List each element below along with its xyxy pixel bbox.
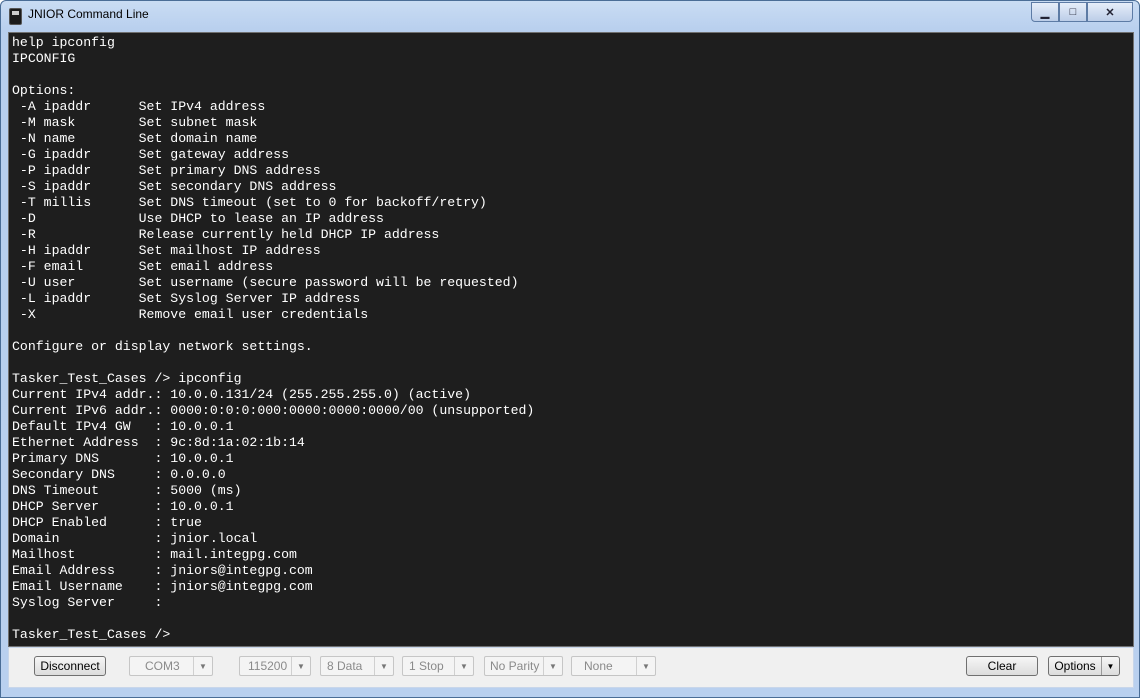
terminal-console[interactable]: help ipconfig IPCONFIG Options: -A ipaddr… <box>8 32 1134 647</box>
terminal-line: Tasker_Test_Cases /> ipconfig <box>12 371 242 386</box>
terminal-line: -L ipaddr Set Syslog Server IP address <box>12 291 361 306</box>
terminal-line: Current IPv6 addr.: 0000:0:0:0:000:0000:… <box>12 403 535 418</box>
options-label: Options <box>1054 659 1096 673</box>
terminal-line: -S ipaddr Set secondary DNS address <box>12 179 337 194</box>
terminal-line: Secondary DNS : 0.0.0.0 <box>12 467 226 482</box>
terminal-line: Primary DNS : 10.0.0.1 <box>12 451 234 466</box>
terminal-line: -T millis Set DNS timeout (set to 0 for … <box>12 195 487 210</box>
terminal-line: -X Remove email user credentials <box>12 307 369 322</box>
chevron-down-icon: ▼ <box>374 657 393 675</box>
terminal-line: Mailhost : mail.integpg.com <box>12 547 297 562</box>
terminal-line: Email Username : jniors@integpg.com <box>12 579 313 594</box>
terminal-line: -N name Set domain name <box>12 131 258 146</box>
data-bits-value: 8 Data <box>327 659 363 673</box>
terminal-line: -A ipaddr Set IPv4 address <box>12 99 266 114</box>
terminal-line: IPCONFIG <box>12 51 76 66</box>
terminal-line: -D Use DHCP to lease an IP address <box>12 211 384 226</box>
terminal-line: Ethernet Address : 9c:8d:1a:02:1b:14 <box>12 435 305 450</box>
terminal-line: Tasker_Test_Cases /> <box>12 627 171 642</box>
minimize-button[interactable]: ▁ <box>1031 2 1059 22</box>
terminal-line: DHCP Server : 10.0.0.1 <box>12 499 234 514</box>
terminal-line: -G ipaddr Set gateway address <box>12 147 289 162</box>
parity-value: No Parity <box>490 659 540 673</box>
window-title: JNIOR Command Line <box>28 7 149 21</box>
terminal-line: Options: <box>12 83 76 98</box>
terminal-line: Domain : jnior.local <box>12 531 258 546</box>
chevron-down-icon: ▼ <box>636 657 655 675</box>
disconnect-button[interactable]: Disconnect <box>34 656 106 676</box>
stop-bits-value: 1 Stop <box>409 659 444 673</box>
flow-control-select[interactable]: None ▼ <box>571 656 656 676</box>
terminal-line: -P ipaddr Set primary DNS address <box>12 163 321 178</box>
terminal-line: Email Address : jniors@integpg.com <box>12 563 313 578</box>
chevron-down-icon: ▼ <box>291 657 310 675</box>
close-button[interactable]: ✕ <box>1087 2 1133 22</box>
flow-control-value: None <box>584 659 613 673</box>
chevron-down-icon: ▼ <box>543 657 562 675</box>
close-icon: ✕ <box>1105 6 1115 19</box>
minimize-icon: ▁ <box>1040 6 1050 19</box>
stop-bits-select[interactable]: 1 Stop ▼ <box>402 656 474 676</box>
chevron-down-icon[interactable]: ▼ <box>1101 657 1119 675</box>
terminal-output[interactable]: help ipconfig IPCONFIG Options: -A ipaddr… <box>9 33 1133 645</box>
parity-select[interactable]: No Parity ▼ <box>484 656 563 676</box>
clear-button[interactable]: Clear <box>966 656 1038 676</box>
baud-select[interactable]: 115200 ▼ <box>239 656 311 676</box>
terminal-line: -R Release currently held DHCP IP addres… <box>12 227 440 242</box>
terminal-line: -U user Set username (secure password wi… <box>12 275 519 290</box>
connection-toolbar: Disconnect COM3 ▼ 115200 ▼ 8 Data ▼ 1 St… <box>8 647 1134 688</box>
terminal-line: -H ipaddr Set mailhost IP address <box>12 243 321 258</box>
terminal-line: Default IPv4 GW : 10.0.0.1 <box>12 419 234 434</box>
baud-value: 115200 <box>248 659 288 673</box>
terminal-line: -M mask Set subnet mask <box>12 115 258 130</box>
app-window: JNIOR Command Line ▁ □ ✕ help ipconfig IP… <box>0 0 1140 698</box>
chevron-down-icon: ▼ <box>193 657 212 675</box>
maximize-icon: □ <box>1069 6 1077 18</box>
terminal-line: Current IPv4 addr.: 10.0.0.131/24 (255.2… <box>12 387 471 402</box>
port-select[interactable]: COM3 ▼ <box>129 656 213 676</box>
options-button[interactable]: Options ▼ <box>1048 656 1120 676</box>
terminal-line: Syslog Server : <box>12 595 163 610</box>
terminal-line: DNS Timeout : 5000 (ms) <box>12 483 242 498</box>
terminal-line: help ipconfig <box>12 35 115 50</box>
chevron-down-icon: ▼ <box>454 657 473 675</box>
caption-buttons: ▁ □ ✕ <box>1031 2 1133 22</box>
title-bar[interactable]: JNIOR Command Line ▁ □ ✕ <box>1 1 1139 31</box>
terminal-line: DHCP Enabled : true <box>12 515 202 530</box>
terminal-line: -F email Set email address <box>12 259 274 274</box>
jnior-device-icon <box>9 8 22 25</box>
data-bits-select[interactable]: 8 Data ▼ <box>320 656 394 676</box>
terminal-line: Configure or display network settings. <box>12 339 313 354</box>
maximize-button[interactable]: □ <box>1059 2 1087 22</box>
port-value: COM3 <box>145 659 180 673</box>
